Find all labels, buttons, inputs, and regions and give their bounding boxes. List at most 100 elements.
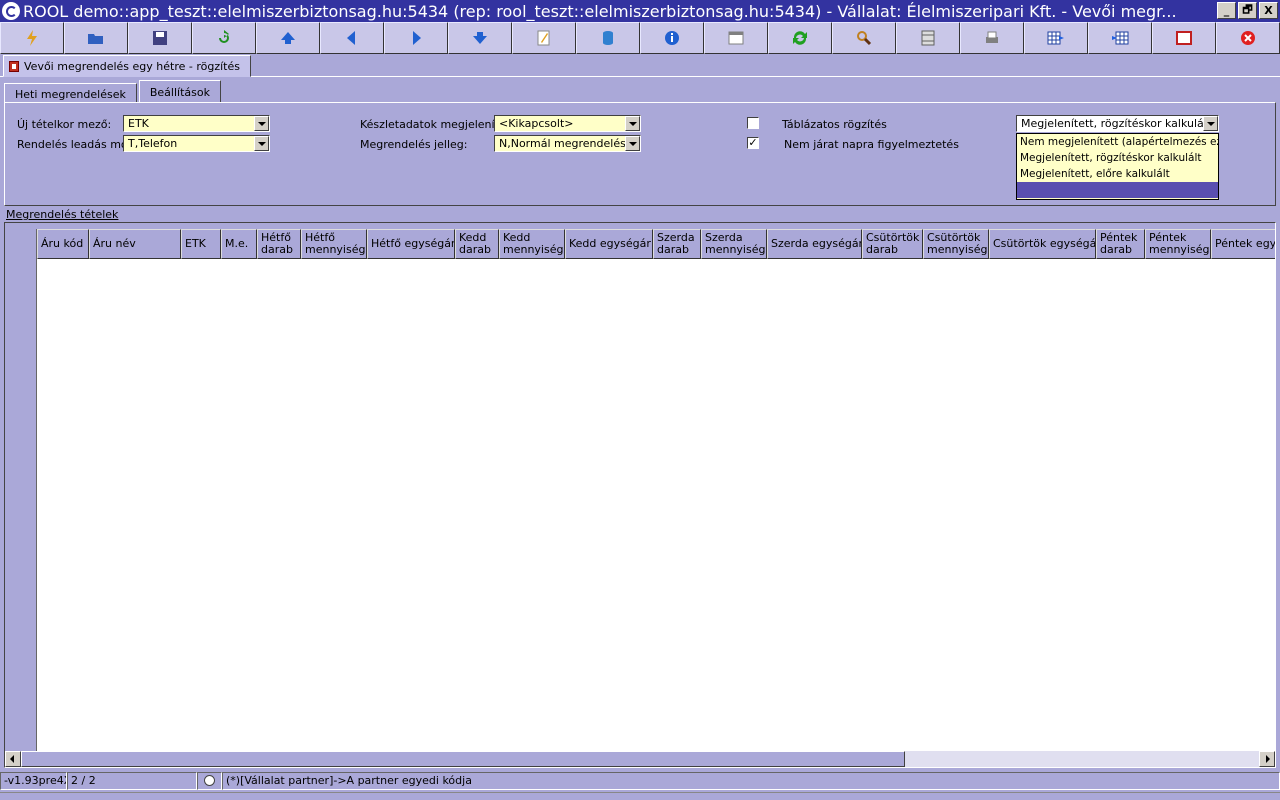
restore-button[interactable]: 🗗: [1238, 2, 1257, 19]
kalkulacio-combo[interactable]: Megjelenített, rögzítéskor kalkulált: [1016, 115, 1219, 132]
column-header[interactable]: Csütörtök darab: [862, 229, 923, 259]
app-logo-icon[interactable]: [2, 2, 20, 20]
chevron-down-icon[interactable]: [625, 136, 640, 151]
rendeles-mod-value: T,Telefon: [128, 137, 178, 150]
column-layout-button[interactable]: [896, 22, 960, 54]
document-tab-label: Vevői megrendelés egy hétre - rögzítés: [24, 59, 240, 73]
column-headers: Áru kód Áru név ETK M.e. Hétfő darab Hétfő me…: [37, 229, 1275, 259]
chevron-down-icon[interactable]: [254, 116, 269, 131]
keszlet-combo[interactable]: <Kikapcsolt>: [494, 115, 641, 132]
last-record-icon: [473, 32, 487, 44]
column-header[interactable]: Szerda egységár: [767, 229, 862, 259]
first-record-button[interactable]: [256, 22, 320, 54]
previous-record-button[interactable]: [320, 22, 384, 54]
status-radio-cell: [197, 772, 222, 790]
first-record-icon: [281, 32, 295, 44]
column-header[interactable]: Áru kód: [37, 229, 89, 259]
column-header[interactable]: Csütörtök mennyiség: [923, 229, 989, 259]
form-type-icon: [9, 61, 19, 72]
lightning-button[interactable]: [0, 22, 64, 54]
grid-corner: [5, 223, 37, 229]
column-header[interactable]: Kedd darab: [455, 229, 499, 259]
lightning-icon: [27, 30, 37, 46]
database-icon: [603, 31, 613, 45]
search-magnifier-icon: [857, 31, 872, 46]
column-header[interactable]: Hétfő darab: [257, 229, 301, 259]
status-hint: (*)[Vállalat partner]->A partner egyedi …: [222, 772, 1280, 790]
form-view-icon: [728, 31, 744, 45]
print-button[interactable]: [960, 22, 1024, 54]
next-record-button[interactable]: [384, 22, 448, 54]
column-header[interactable]: M.e.: [221, 229, 257, 259]
window-title: ROOL demo::app_teszt::elelmiszerbiztonsa…: [23, 1, 1177, 21]
column-header[interactable]: Hétfő egységár: [367, 229, 455, 259]
column-header[interactable]: Hétfő mennyiség: [301, 229, 367, 259]
column-header[interactable]: Szerda darab: [653, 229, 701, 259]
search-magnifier-button[interactable]: [832, 22, 896, 54]
minimize-button[interactable]: _: [1217, 2, 1236, 19]
status-bar: -v1.93pre4X 2 / 2 (*)[Vállalat partner]-…: [0, 772, 1280, 790]
grid-section-label: Megrendelés tételek: [6, 208, 119, 221]
horizontal-scrollbar[interactable]: [5, 751, 1275, 767]
tab-beallitasok[interactable]: Beállítások: [138, 80, 221, 104]
save-disk-icon: [153, 31, 167, 45]
edit-note-icon: [537, 30, 550, 46]
chevron-down-icon[interactable]: [254, 136, 269, 151]
bottom-strip: [0, 792, 1280, 800]
refresh-arrow-icon: [219, 30, 229, 43]
column-header[interactable]: Péntek darab: [1096, 229, 1145, 259]
sync-button[interactable]: [768, 22, 832, 54]
dropdown-option-selected[interactable]: [1017, 182, 1218, 198]
edit-note-button[interactable]: [512, 22, 576, 54]
column-header[interactable]: Kedd egységár: [565, 229, 653, 259]
close-window-button[interactable]: X: [1259, 2, 1278, 19]
document-tab-bar: Vevői megrendelés egy hétre - rögzítés: [0, 54, 1280, 77]
grid-import-button[interactable]: [1088, 22, 1152, 54]
kalkulacio-value: Megjelenített, rögzítéskor kalkulált: [1021, 117, 1212, 130]
scroll-left-icon[interactable]: [5, 751, 21, 767]
nem-jarat-checkbox[interactable]: ✓: [747, 137, 759, 149]
document-tab[interactable]: Vevői megrendelés egy hétre - rögzítés: [3, 55, 251, 77]
info-button[interactable]: [640, 22, 704, 54]
grid-export-button[interactable]: [1024, 22, 1088, 54]
column-header[interactable]: Áru név: [89, 229, 181, 259]
refresh-arrow-button[interactable]: [192, 22, 256, 54]
form-view-button[interactable]: [704, 22, 768, 54]
column-header[interactable]: Péntek egys: [1211, 229, 1275, 259]
dropdown-option[interactable]: Megjelenített, előre kalkulált: [1017, 166, 1218, 182]
open-folder-icon: [88, 34, 103, 44]
scroll-right-icon[interactable]: [1259, 751, 1275, 767]
fullscreen-button[interactable]: [1152, 22, 1216, 54]
last-record-button[interactable]: [448, 22, 512, 54]
sync-icon: [793, 31, 807, 45]
close-circle-button[interactable]: [1216, 22, 1280, 54]
jelleg-combo[interactable]: N,Normál megrendelés: [494, 135, 641, 152]
title-bar: ROOL demo::app_teszt::elelmiszerbiztonsa…: [0, 0, 1280, 22]
keszlet-value: <Kikapcsolt>: [499, 117, 574, 130]
column-header[interactable]: Csütörtök egységár: [989, 229, 1096, 259]
rendeles-mod-combo[interactable]: T,Telefon: [123, 135, 270, 152]
column-header[interactable]: ETK: [181, 229, 221, 259]
column-header[interactable]: Péntek mennyiség: [1145, 229, 1211, 259]
dropdown-option[interactable]: Megjelenített, rögzítéskor kalkulált: [1017, 150, 1218, 166]
save-disk-button[interactable]: [128, 22, 192, 54]
uj-tetelkor-combo[interactable]: ETK: [123, 115, 270, 132]
nem-jarat-label: Nem járat napra figyelmeztetés: [784, 138, 959, 151]
grid-body[interactable]: [38, 259, 1275, 753]
main-toolbar: [0, 22, 1280, 54]
tablazatos-label: Táblázatos rögzítés: [782, 118, 887, 131]
tablazatos-checkbox[interactable]: [747, 117, 759, 129]
open-folder-button[interactable]: [64, 22, 128, 54]
column-header[interactable]: Szerda mennyiség: [701, 229, 767, 259]
column-header[interactable]: Kedd mennyiség: [499, 229, 565, 259]
keszlet-label: Készletadatok megjelenítés:: [360, 118, 516, 131]
dropdown-option[interactable]: Nem megjelenített (alapértelmezés ez): [1017, 134, 1218, 150]
grid-export-icon: [1047, 31, 1064, 45]
scroll-thumb[interactable]: [21, 751, 905, 767]
chevron-down-icon[interactable]: [1203, 116, 1218, 131]
database-button[interactable]: [576, 22, 640, 54]
window-controls: _ 🗗 X: [1217, 2, 1278, 19]
chevron-down-icon[interactable]: [625, 116, 640, 131]
radio-icon[interactable]: [204, 775, 215, 786]
status-page: 2 / 2: [67, 772, 197, 790]
